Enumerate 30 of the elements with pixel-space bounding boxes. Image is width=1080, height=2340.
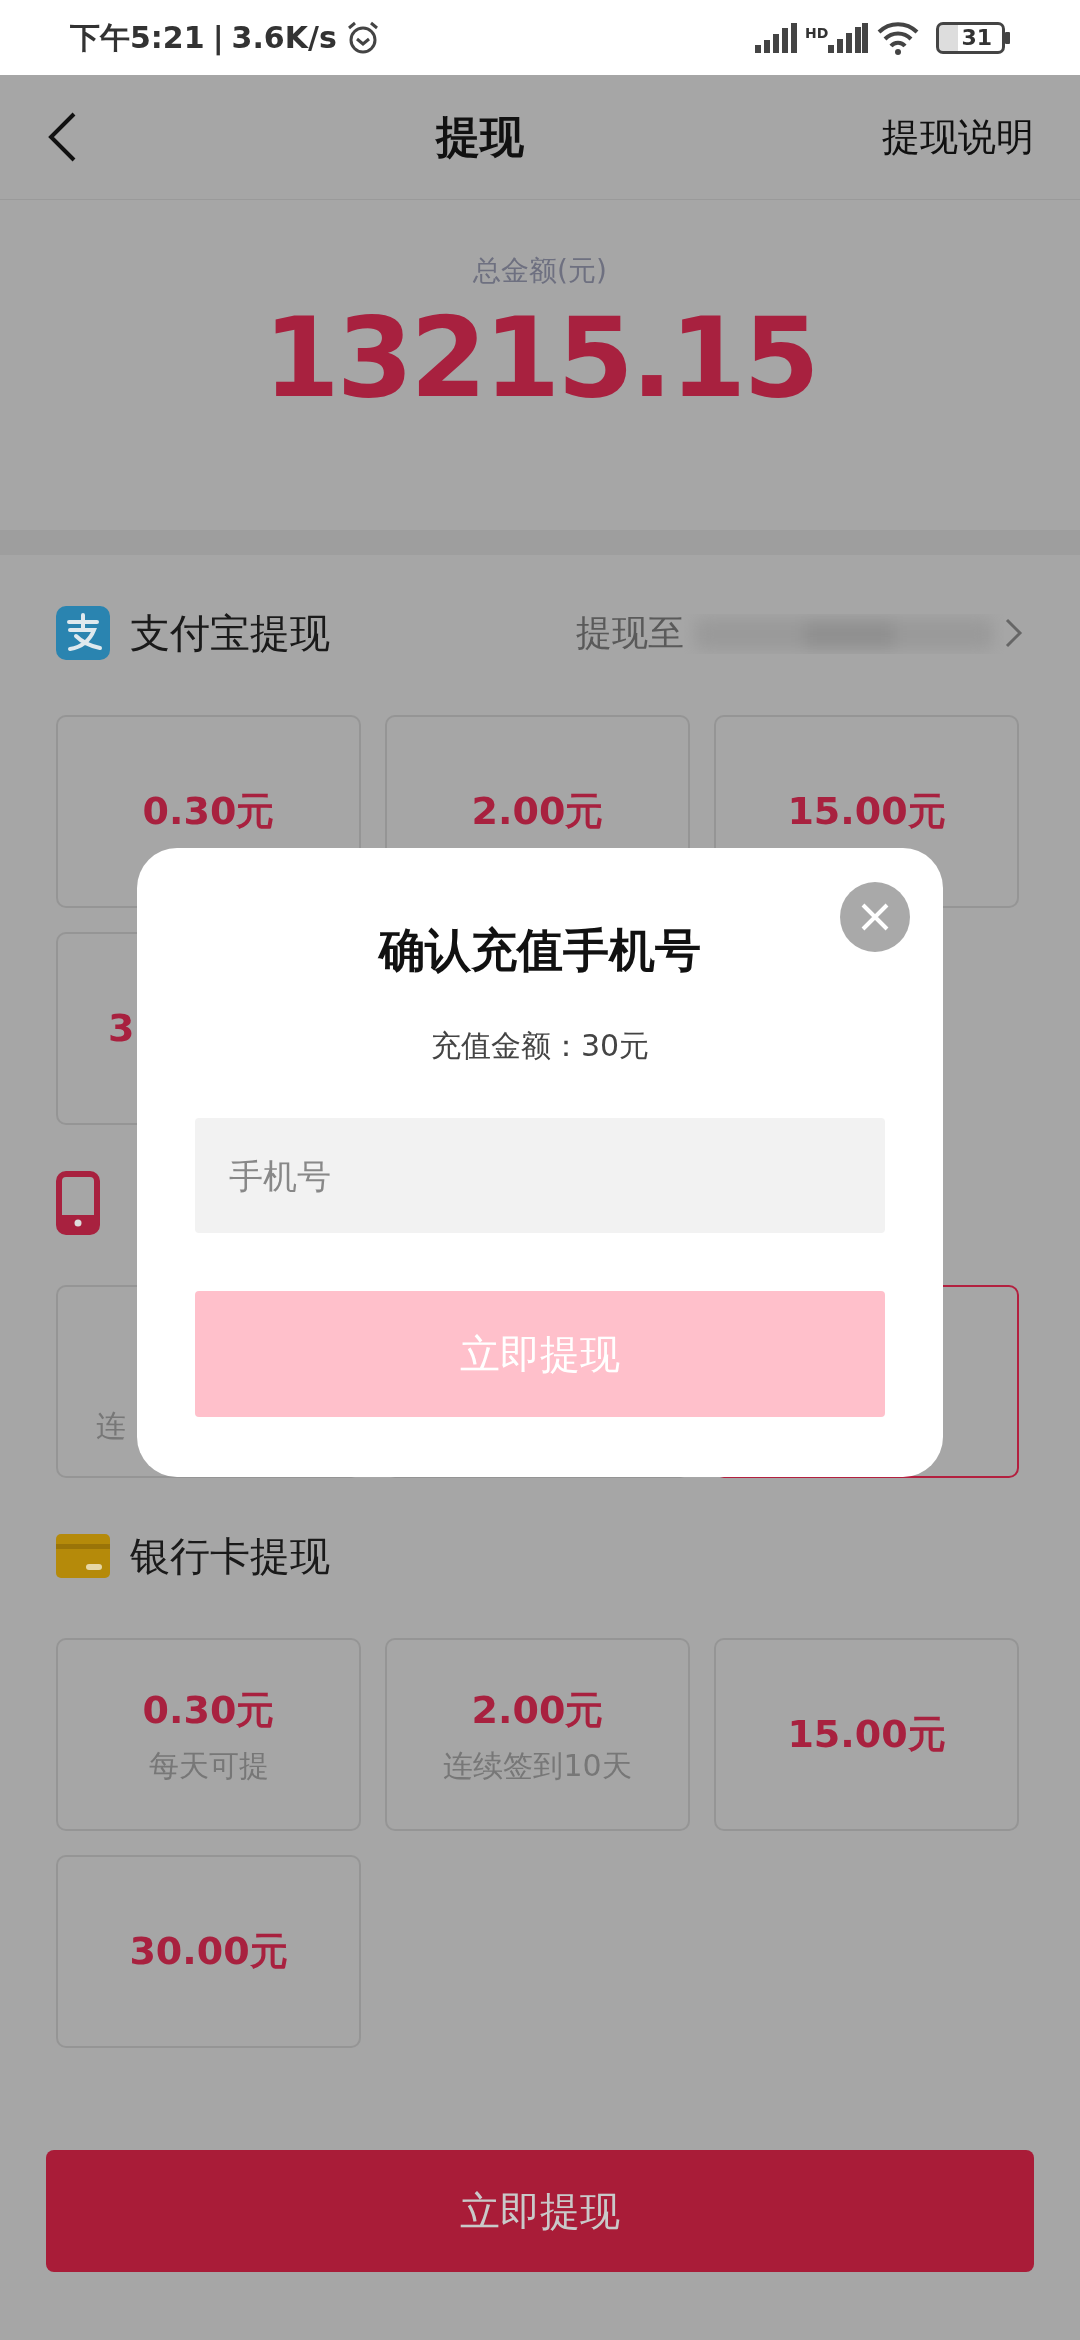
balance-label: 总金额(元) bbox=[473, 253, 607, 289]
account-label: 提现至 bbox=[576, 611, 684, 655]
signal-icon bbox=[828, 22, 869, 53]
close-icon bbox=[860, 902, 890, 932]
confirm-withdraw-button[interactable]: 立即提现 bbox=[195, 1291, 885, 1417]
chevron-right-icon bbox=[1004, 617, 1024, 649]
signal-icon bbox=[753, 22, 798, 53]
network-type-label: HD bbox=[805, 23, 829, 43]
withdraw-button[interactable]: 立即提现 bbox=[46, 2150, 1034, 2272]
wifi-icon bbox=[876, 20, 921, 55]
alipay-icon bbox=[56, 606, 110, 660]
status-time: 下午5:21 bbox=[70, 19, 205, 57]
balance-amount: 13215.15 bbox=[263, 293, 817, 424]
network-speed: 3.6K/s bbox=[231, 19, 337, 57]
page-title: 提现 bbox=[436, 110, 524, 164]
battery-level: 31 bbox=[936, 21, 1005, 54]
recharge-amount-text: 充值金额：30元 bbox=[430, 1027, 650, 1065]
status-separator: | bbox=[212, 19, 224, 58]
section-title: 支付宝提现 bbox=[130, 609, 330, 658]
phone-input-field[interactable]: 手机号 bbox=[195, 1118, 885, 1233]
dialog-title: 确认充值手机号 bbox=[379, 922, 701, 979]
amount-option[interactable]: 15.00元 bbox=[714, 1638, 1019, 1831]
withdraw-info-link[interactable]: 提现说明 bbox=[882, 108, 1034, 166]
back-button[interactable] bbox=[46, 111, 78, 163]
phone-icon bbox=[56, 1171, 100, 1235]
back-icon bbox=[46, 111, 78, 163]
amount-option[interactable]: 30.00元 bbox=[56, 1855, 361, 2048]
battery-tip-icon bbox=[1005, 31, 1010, 44]
bank-card-icon bbox=[56, 1534, 110, 1578]
section-title: 银行卡提现 bbox=[130, 1532, 330, 1581]
